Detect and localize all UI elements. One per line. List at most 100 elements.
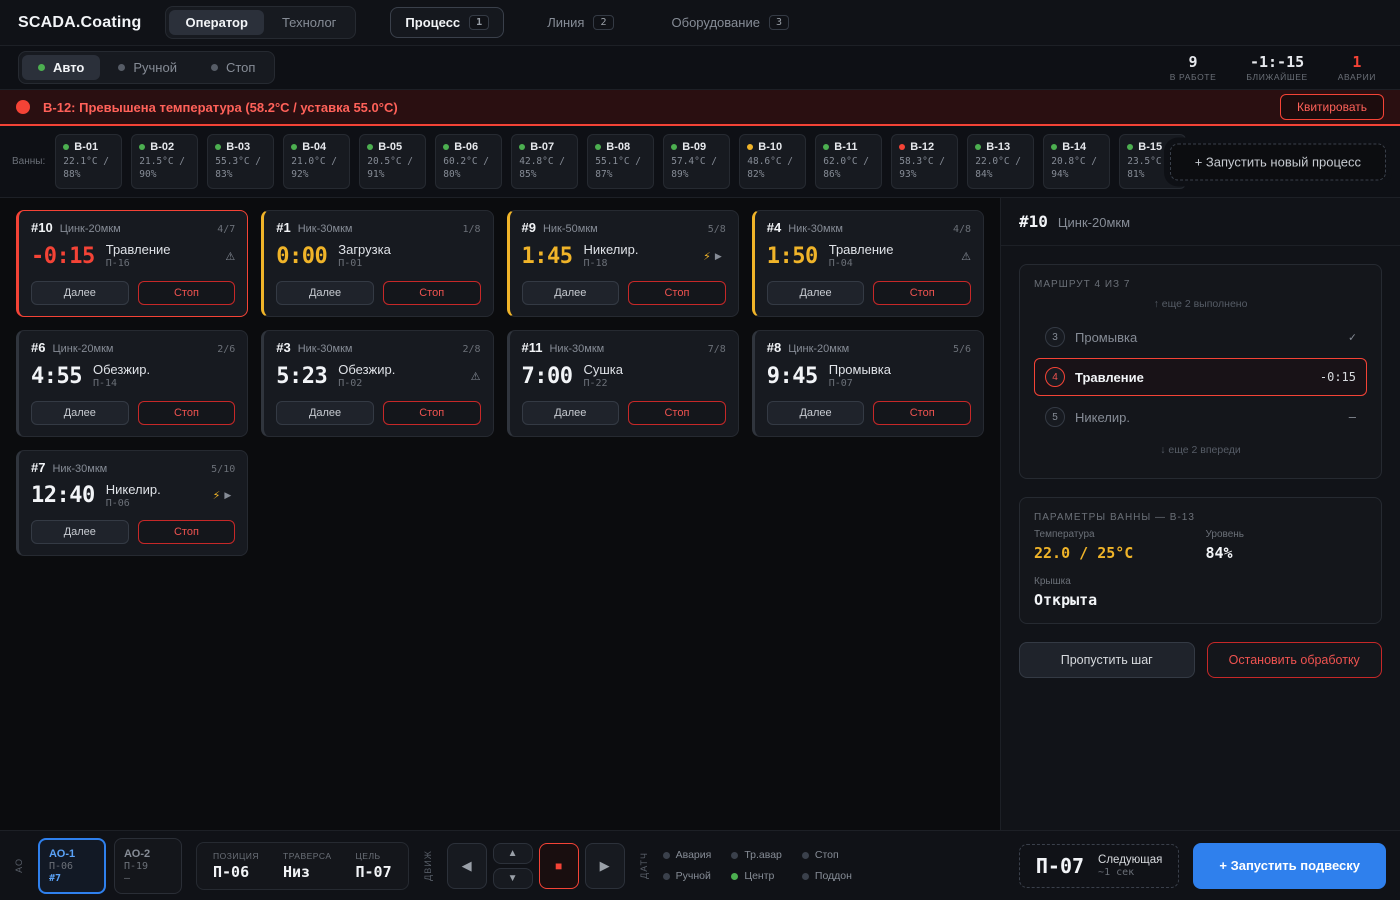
bath-reading: 42.8°C / 85% <box>519 156 570 182</box>
process-card-actions: Далее Стоп <box>276 281 480 305</box>
next-step-button[interactable]: Далее <box>522 281 620 305</box>
bath-card[interactable]: В-01 22.1°C / 88% <box>55 134 122 189</box>
route-step-number: 3 <box>1045 327 1065 347</box>
bath-card[interactable]: В-06 60.2°C / 80% <box>435 134 502 189</box>
acknowledge-button[interactable]: Квитировать <box>1280 94 1384 120</box>
current-on-icon: ⚡ <box>213 489 221 502</box>
move-up-button[interactable]: ▲ <box>493 843 533 864</box>
mode-option[interactable]: Ручной <box>102 55 193 80</box>
next-step-button[interactable]: Далее <box>767 401 865 425</box>
bath-card-header: В-09 <box>671 141 722 153</box>
mode-option[interactable]: Стоп <box>195 55 271 80</box>
move-right-button[interactable]: ▶ <box>585 843 625 889</box>
next-step-button[interactable]: Далее <box>276 401 374 425</box>
bath-card[interactable]: В-11 62.0°C / 86% <box>815 134 882 189</box>
stop-process-button[interactable]: Стоп <box>873 281 971 305</box>
bath-card[interactable]: В-07 42.8°C / 85% <box>511 134 578 189</box>
stop-process-button[interactable]: Стоп <box>628 401 726 425</box>
bath-card[interactable]: В-08 55.1°C / 87% <box>587 134 654 189</box>
step-name: Промывка <box>829 362 891 378</box>
process-card[interactable]: #10 Цинк-20мкм 4/7 -0:15 Травление П-16 <box>16 210 248 317</box>
hoist-name: АО-2 <box>124 848 172 860</box>
process-card[interactable]: #3 Ник-30мкм 2/8 5:23 Обезжир. П-02 <box>261 330 493 437</box>
process-card-header: #8 Цинк-20мкм 5/6 <box>767 340 971 355</box>
bath-card[interactable]: В-13 22.0°C / 84% <box>967 134 1034 189</box>
next-step-button[interactable]: Далее <box>31 520 129 544</box>
hoist-card[interactable]: АО-1 П-06 #7 <box>38 838 106 894</box>
route-step-status: — <box>1349 410 1356 424</box>
hoist-list: АО-1 П-06 #7 АО-2 П-19 — <box>38 838 182 894</box>
sensor-label: Тр.авар <box>744 849 782 861</box>
tab[interactable]: Оборудование 3 <box>657 7 804 38</box>
bath-card[interactable]: В-09 57.4°C / 89% <box>663 134 730 189</box>
process-card[interactable]: #7 Ник-30мкм 5/10 12:40 Никелир. П-06 ⚡ … <box>16 450 248 557</box>
next-step-button[interactable]: Далее <box>31 401 129 425</box>
process-card-header: #4 Ник-30мкм 4/8 <box>767 220 971 235</box>
tab[interactable]: Линия 2 <box>532 7 628 38</box>
bath-card[interactable]: В-12 58.3°C / 93% <box>891 134 958 189</box>
hoist-card[interactable]: АО-2 П-19 — <box>114 838 182 894</box>
mode-status-dot <box>118 64 125 71</box>
bath-name: В-11 <box>834 141 857 153</box>
role-option[interactable]: Оператор <box>169 10 263 35</box>
bath-card[interactable]: В-05 20.5°C / 91% <box>359 134 426 189</box>
process-card-body: 1:45 Никелир. П-18 ⚡ ▶ <box>522 242 726 271</box>
next-step-button[interactable]: Далее <box>767 281 865 305</box>
stop-processing-button[interactable]: Остановить обработку <box>1207 642 1383 678</box>
step-name: Травление <box>829 242 894 258</box>
bath-card-header: В-01 <box>63 141 114 153</box>
stop-process-button[interactable]: Стоп <box>383 281 481 305</box>
move-left-button[interactable]: ◀ <box>447 843 487 889</box>
move-down-button[interactable]: ▼ <box>493 868 533 889</box>
bath-reading: 22.1°C / 88% <box>63 156 114 182</box>
panel-body: МАРШРУТ 4 ИЗ 7 ↑ еще 2 выполнено 3 Промы… <box>1001 246 1400 696</box>
bath-card[interactable]: В-02 21.5°C / 90% <box>131 134 198 189</box>
process-card[interactable]: #4 Ник-30мкм 4/8 1:50 Травление П-04 <box>752 210 984 317</box>
bath-card[interactable]: В-10 48.6°C / 82% <box>739 134 806 189</box>
current-on-icon: ⚡ <box>703 250 711 263</box>
bath-param: Крышка Открыта <box>1034 576 1196 609</box>
process-card[interactable]: #11 Ник-30мкм 7/8 7:00 Сушка П-22 <box>507 330 739 437</box>
sensor-indicator: Тр.авар <box>731 849 782 861</box>
step-timer: 9:45 <box>767 364 818 389</box>
process-card[interactable]: #1 Ник-30мкм 1/8 0:00 Загрузка П-01 <box>261 210 493 317</box>
next-step-button[interactable]: Далее <box>31 281 129 305</box>
process-coating-type: Ник-30мкм <box>298 343 353 355</box>
step-status-icons: ⚠ <box>217 250 235 263</box>
step-position: П-22 <box>583 378 623 391</box>
step-info: Обезжир. П-14 <box>93 362 150 391</box>
stop-process-button[interactable]: Стоп <box>138 281 236 305</box>
start-new-process-button[interactable]: + Запустить новый процесс <box>1170 143 1386 180</box>
process-card-body: 12:40 Никелир. П-06 ⚡ ▶ <box>31 482 235 511</box>
launch-rack-button[interactable]: + Запустить подвеску <box>1193 843 1386 889</box>
next-step-button[interactable]: Далее <box>276 281 374 305</box>
process-card[interactable]: #9 Ник-50мкм 5/8 1:45 Никелир. П-18 ⚡ ▶ <box>507 210 739 317</box>
step-name: Обезжир. <box>93 362 150 378</box>
next-step-button[interactable]: Далее <box>522 401 620 425</box>
stop-process-button[interactable]: Стоп <box>628 281 726 305</box>
vertical-move-buttons: ▲ ▼ <box>493 843 533 889</box>
stop-process-button[interactable]: Стоп <box>383 401 481 425</box>
bath-card[interactable]: В-04 21.0°C / 92% <box>283 134 350 189</box>
bath-card-header: В-05 <box>367 141 418 153</box>
process-card-header: #6 Цинк-20мкм 2/6 <box>31 340 235 355</box>
bath-card-header: В-02 <box>139 141 190 153</box>
role-option[interactable]: Технолог <box>266 10 352 35</box>
bath-card[interactable]: В-14 20.8°C / 94% <box>1043 134 1110 189</box>
step-timer: 5:23 <box>276 364 327 389</box>
process-step-progress: 4/8 <box>953 224 971 235</box>
process-card[interactable]: #6 Цинк-20мкм 2/6 4:55 Обезжир. П-14 <box>16 330 248 437</box>
stop-process-button[interactable]: Стоп <box>138 401 236 425</box>
move-stop-button[interactable]: ■ <box>539 843 579 889</box>
process-step-progress: 1/8 <box>462 224 480 235</box>
next-position-info: Следующая ~1 сек <box>1098 854 1162 878</box>
skip-step-button[interactable]: Пропустить шаг <box>1019 642 1195 678</box>
process-card[interactable]: #8 Цинк-20мкм 5/6 9:45 Промывка П-07 <box>752 330 984 437</box>
stop-process-button[interactable]: Стоп <box>873 401 971 425</box>
bath-card[interactable]: В-03 55.3°C / 83% <box>207 134 274 189</box>
mode-option[interactable]: Авто <box>22 55 100 80</box>
tab[interactable]: Процесс 1 <box>390 7 504 38</box>
bath-card-header: В-08 <box>595 141 646 153</box>
stop-process-button[interactable]: Стоп <box>138 520 236 544</box>
sensors-group-label: ДАТЧ <box>639 852 649 879</box>
